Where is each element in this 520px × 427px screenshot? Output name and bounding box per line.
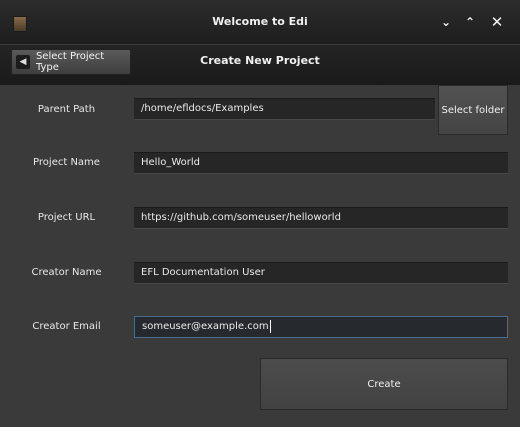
chevron-up-icon: ⌃ xyxy=(464,15,476,29)
parent-path-field[interactable]: /home/efldocs/Examples xyxy=(134,98,435,120)
header-bar: ◀ Select Project Type Create New Project xyxy=(0,44,520,86)
maximize-button[interactable]: ⌃ xyxy=(461,12,479,32)
creator-email-field[interactable]: someuser@example.com xyxy=(134,316,508,338)
close-icon: ✕ xyxy=(490,13,504,31)
select-folder-button[interactable]: Select folder xyxy=(438,85,508,135)
title-bar[interactable]: Welcome to Edi ⌄ ⌃ ✕ xyxy=(0,0,520,44)
creator-email-value: someuser@example.com xyxy=(142,321,269,332)
project-name-label: Project Name xyxy=(33,157,100,168)
parent-path-label: Parent Path xyxy=(37,104,96,115)
project-name-field[interactable]: Hello_World xyxy=(134,152,508,174)
project-form: Parent Path /home/efldocs/Examples Selec… xyxy=(0,85,520,427)
creator-email-label: Creator Email xyxy=(32,321,101,332)
close-button[interactable]: ✕ xyxy=(488,12,506,32)
edi-window: Welcome to Edi ⌄ ⌃ ✕ ◀ Select Project Ty… xyxy=(0,0,520,427)
project-url-field[interactable]: https://github.com/someuser/helloworld xyxy=(134,207,508,229)
create-button[interactable]: Create xyxy=(260,358,508,410)
chevron-down-icon: ⌄ xyxy=(440,15,452,29)
creator-name-field[interactable]: EFL Documentation User xyxy=(134,262,508,284)
page-title: Create New Project xyxy=(200,54,320,67)
creator-name-label: Creator Name xyxy=(31,267,102,278)
minimize-button[interactable]: ⌄ xyxy=(437,12,455,32)
project-url-label: Project URL xyxy=(37,212,96,223)
text-cursor xyxy=(269,319,271,333)
